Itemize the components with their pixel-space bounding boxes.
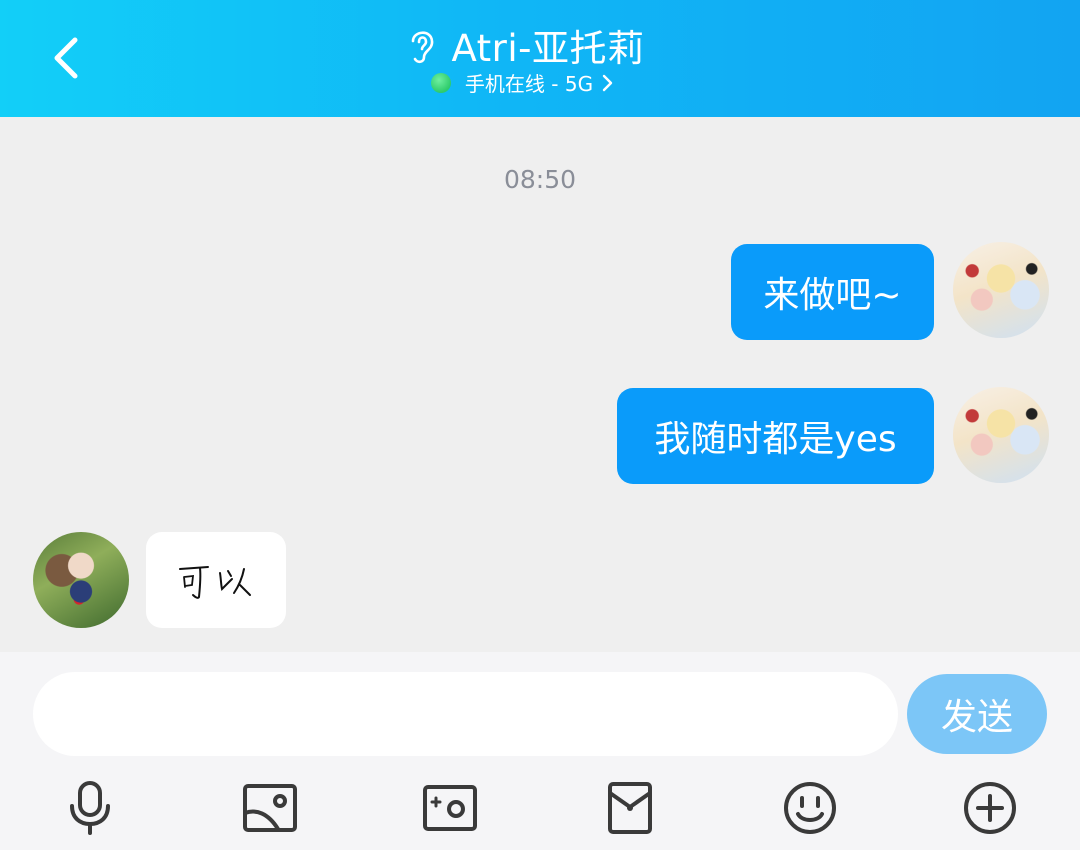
composer: 发送 [0,652,1080,850]
camera-icon [423,785,477,831]
outgoing-message-bubble[interactable]: 我随时都是yes [617,388,934,484]
message-input[interactable] [33,672,898,756]
chat-header: Atri-亚托莉 手机在线 - 5G [0,0,1080,117]
image-icon [243,784,297,832]
red-packet-icon [608,782,652,834]
incoming-message-bubble[interactable]: 可以 [146,532,286,628]
emoji-icon [784,782,836,834]
red-packet-button[interactable] [600,778,660,838]
chevron-right-icon [602,74,613,91]
image-button[interactable] [240,778,300,838]
title-row[interactable]: Atri-亚托莉 [0,18,1080,72]
message-list[interactable]: 08:50 来做吧~ 我随时都是yes 可以 [0,117,1080,652]
ear-icon [412,31,434,64]
send-button[interactable]: 发送 [907,674,1047,754]
message-text: 来做吧~ [763,275,902,316]
outgoing-message-bubble[interactable]: 来做吧~ [731,244,934,340]
more-button[interactable] [960,778,1020,838]
contact-status[interactable]: 手机在线 - 5G [0,68,1080,97]
online-status-icon [430,72,451,93]
message-timestamp: 08:50 [503,165,577,194]
my-avatar[interactable] [953,387,1049,483]
camera-button[interactable] [420,778,480,838]
message-text: 我随时都是yes [654,419,897,460]
plus-icon [964,782,1016,834]
emoji-button[interactable] [780,778,840,838]
contact-name: Atri-亚托莉 [451,27,645,70]
microphone-icon [70,781,110,835]
contact-avatar[interactable] [33,532,129,628]
my-avatar[interactable] [953,242,1049,338]
status-text: 手机在线 - 5G [464,72,594,96]
handwriting-message [179,566,251,599]
voice-button[interactable] [60,778,120,838]
